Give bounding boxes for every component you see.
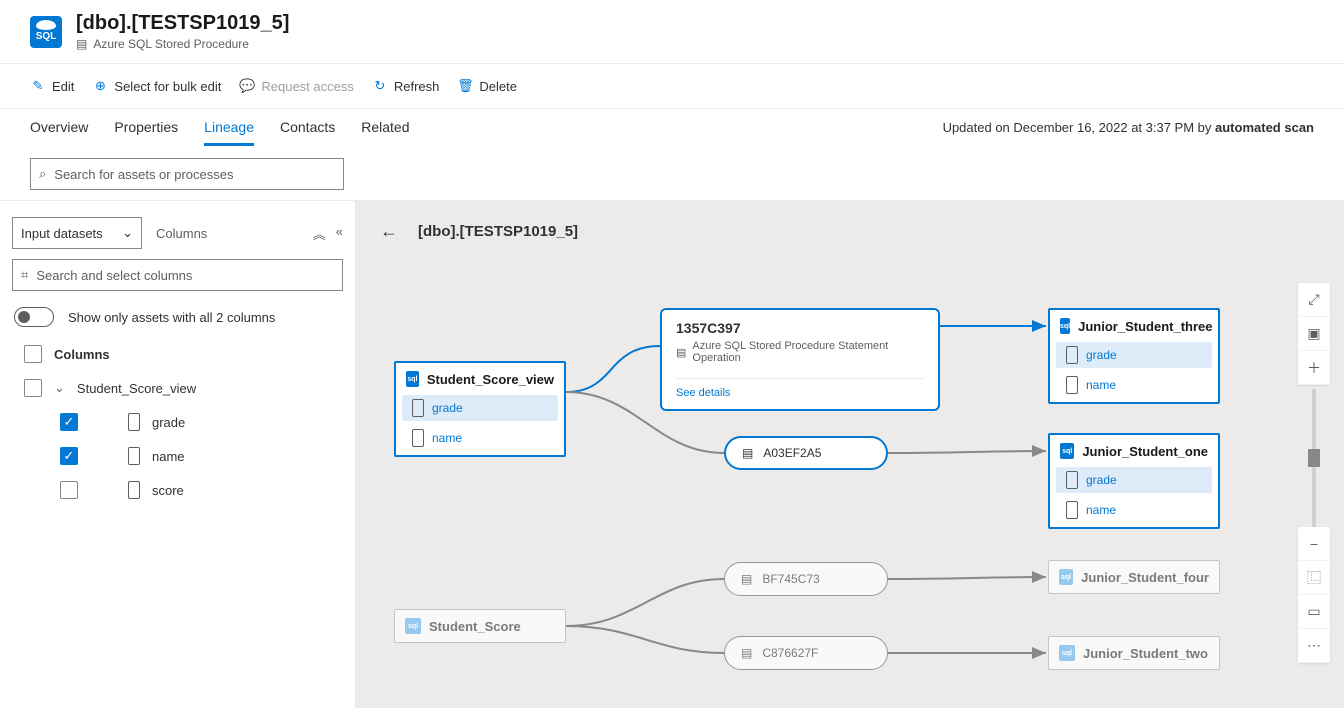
more-icon[interactable]: ⋯ [1298,629,1330,663]
tree-col-score[interactable]: score [152,483,184,498]
stored-proc-icon: ▤ [676,346,686,359]
view-controls: ⤢ ▣ ＋ [1298,283,1330,385]
input-datasets-dropdown[interactable]: Input datasets ⌄ [12,217,142,249]
zoom-slider[interactable] [1312,389,1316,539]
tree-header: Columns [54,347,110,362]
sql-mini-icon: sql [1060,443,1074,459]
node-student-score[interactable]: sql Student_Score [394,609,566,643]
node-junior-three[interactable]: sql Junior_Student_three grade name [1048,308,1220,404]
minimap-icon[interactable]: ▭ [1298,595,1330,629]
node-junior-four[interactable]: sql Junior_Student_four [1048,560,1220,594]
lineage-canvas[interactable]: ← [dbo].[TESTSP1019_5] [356,201,1344,708]
trash-icon: 🗑 [457,78,473,94]
page-subtitle: ▤ Azure SQL Stored Procedure [76,37,289,51]
refresh-button[interactable]: ↻ Refresh [372,78,440,94]
checkbox-columns[interactable] [24,345,42,363]
column-icon [128,481,140,499]
sql-icon: SQL [30,16,62,48]
attr-grade[interactable]: grade [1056,467,1212,493]
refresh-icon: ↻ [372,78,388,94]
filter-icon: ⌗ [21,267,28,283]
sql-mini-icon: sql [1059,569,1073,585]
attr-grade[interactable]: grade [402,395,558,421]
zoom-slider-thumb[interactable] [1308,449,1320,467]
attr-name[interactable]: name [1056,497,1212,523]
show-only-toggle[interactable] [14,307,54,327]
chevron-down-icon: ⌄ [122,225,133,241]
column-icon [412,399,424,417]
column-icon [128,413,140,431]
fit-icon[interactable]: ▣ [1298,317,1330,351]
tree-col-name[interactable]: name [152,449,185,464]
zoom-in-icon[interactable]: ＋ [1298,351,1330,385]
command-toolbar: ✎ Edit ⊕ Select for bulk edit 💬 Request … [0,64,1344,108]
toggle-label: Show only assets with all 2 columns [68,310,275,325]
node-a03ef2a5[interactable]: ▤ A03EF2A5 [724,436,888,470]
sql-mini-icon: sql [1060,318,1070,334]
page-title: [dbo].[TESTSP1019_5] [76,12,289,35]
tab-properties[interactable]: Properties [114,109,178,146]
view-controls-lower: − ⿺ ▭ ⋯ [1298,527,1330,663]
chat-icon: 💬 [239,78,255,94]
checkbox-score[interactable] [60,481,78,499]
op-subtitle: ▤ Azure SQL Stored Procedure Statement O… [676,340,924,364]
node-operation[interactable]: 1357C397 ▤ Azure SQL Stored Procedure St… [660,308,940,411]
checkbox-name[interactable]: ✓ [60,447,78,465]
tab-bar: Overview Properties Lineage Contacts Rel… [0,109,1344,146]
stored-proc-icon: ▤ [76,37,87,51]
stored-proc-icon: ▤ [741,646,752,660]
node-junior-one[interactable]: sql Junior_Student_one grade name [1048,433,1220,529]
column-icon [128,447,140,465]
stored-proc-icon: ▤ [741,572,752,586]
node-bf745c73[interactable]: ▤ BF745C73 [724,562,888,596]
delete-button[interactable]: 🗑 Delete [457,78,517,94]
sidebar: Input datasets ⌄ Columns ︽ « ⌗ Search an… [0,201,356,708]
sql-mini-icon: sql [406,371,419,387]
column-icon [1066,501,1078,519]
page-header: SQL [dbo].[TESTSP1019_5] ▤ Azure SQL Sto… [0,0,1344,63]
see-details-link[interactable]: See details [676,378,924,399]
back-arrow-icon[interactable]: ← [380,221,398,242]
sql-mini-icon: sql [405,618,421,634]
column-filter-input[interactable]: ⌗ Search and select columns [12,259,343,291]
stored-proc-icon: ▤ [742,446,753,460]
column-icon [412,429,424,447]
checkbox-dataset[interactable] [24,379,42,397]
zoom-out-icon[interactable]: − [1298,527,1330,561]
tab-overview[interactable]: Overview [30,109,88,146]
op-title: 1357C397 [676,320,924,336]
attr-name[interactable]: name [402,425,558,451]
attr-grade[interactable]: grade [1056,342,1212,368]
plus-circle-icon: ⊕ [92,78,108,94]
tab-contacts[interactable]: Contacts [280,109,335,146]
attr-name[interactable]: name [1056,372,1212,398]
chevron-down-icon[interactable]: ⌄ [54,380,65,396]
request-access-button: 💬 Request access [239,78,354,94]
edit-button[interactable]: ✎ Edit [30,78,74,94]
node-junior-two[interactable]: sql Junior_Student_two [1048,636,1220,670]
column-tree: Columns ⌄ Student_Score_view ✓ grade ✓ n… [12,337,343,507]
node-c876627f[interactable]: ▤ C876627F [724,636,888,670]
bulk-edit-button[interactable]: ⊕ Select for bulk edit [92,78,221,94]
search-icon: ⌕ [39,166,46,182]
collapse-panel-icon[interactable]: « [336,224,343,243]
column-icon [1066,376,1078,394]
pencil-icon: ✎ [30,78,46,94]
fullscreen-icon[interactable]: ⤢ [1298,283,1330,317]
tab-lineage[interactable]: Lineage [204,109,254,146]
tree-dataset[interactable]: Student_Score_view [77,381,196,396]
column-icon [1066,471,1078,489]
node-student-score-view[interactable]: sql Student_Score_view grade name [394,361,566,457]
sql-mini-icon: sql [1059,645,1075,661]
updated-label: Updated on December 16, 2022 at 3:37 PM … [943,120,1314,135]
asset-search-input[interactable]: ⌕ Search for assets or processes [30,158,344,190]
layout-icon[interactable]: ⿺ [1298,561,1330,595]
collapse-icon[interactable]: ︽ [313,224,326,243]
canvas-title: [dbo].[TESTSP1019_5] [418,223,578,240]
tab-related[interactable]: Related [361,109,409,146]
checkbox-grade[interactable]: ✓ [60,413,78,431]
column-icon [1066,346,1078,364]
tree-col-grade[interactable]: grade [152,415,185,430]
